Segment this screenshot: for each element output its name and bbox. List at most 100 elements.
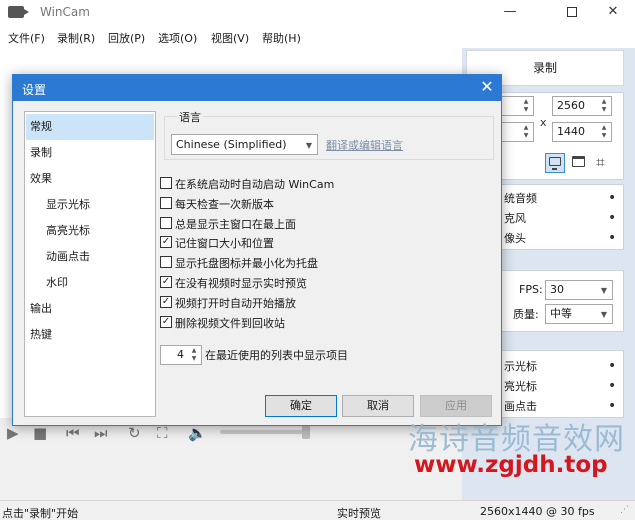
checkbox-checked[interactable]: ✓: [160, 236, 172, 248]
spinner-arrows-icon[interactable]: ▲ ▼: [520, 98, 532, 114]
toggle-dot-icon[interactable]: •: [608, 211, 616, 225]
animate-clicks-label[interactable]: 画点击: [504, 398, 537, 414]
fullscreen-mode-button[interactable]: [545, 153, 565, 173]
dialog-close-button[interactable]: ✕: [475, 77, 499, 99]
toggle-dot-icon[interactable]: •: [608, 379, 616, 393]
quality-select[interactable]: 中等 ▼: [545, 304, 613, 324]
checkbox[interactable]: [160, 217, 172, 229]
times-sign: x: [540, 116, 547, 129]
toggle-dot-icon[interactable]: •: [608, 231, 616, 245]
checkbox-checked[interactable]: ✓: [160, 276, 172, 288]
toggle-dot-icon[interactable]: •: [608, 399, 616, 413]
height-value: 1440: [557, 125, 585, 138]
play-icon[interactable]: ▶: [7, 424, 19, 442]
option-label: 在没有视频时显示实时预览: [175, 277, 307, 290]
nav-item-show-cursor[interactable]: 显示光标: [26, 192, 154, 218]
crop-icon: ⌗: [596, 153, 605, 171]
menu-view[interactable]: 视图(V): [211, 30, 249, 46]
language-group-label: 语言: [177, 109, 203, 125]
nav-item-animate-clicks[interactable]: 动画点击: [26, 244, 154, 270]
height-spinner[interactable]: 1440 ▲ ▼: [552, 122, 612, 142]
fullscreen-icon[interactable]: ⛶: [157, 424, 168, 442]
settings-dialog: 设置 ✕ 常规 录制 效果 显示光标 高亮光标 动画点击 水印 输出 热键 语言…: [12, 74, 502, 426]
checkbox[interactable]: [160, 256, 172, 268]
option-label: 每天检查一次新版本: [175, 198, 274, 211]
checkbox-checked[interactable]: ✓: [160, 316, 172, 328]
webcam-label[interactable]: 像头: [504, 230, 526, 246]
spinner-arrows-icon[interactable]: ▲ ▼: [520, 124, 532, 140]
main-titlebar: WinCam — ✕: [0, 0, 635, 26]
minimize-button[interactable]: —: [487, 0, 533, 26]
width-value: 2560: [557, 99, 585, 112]
width-spinner[interactable]: 2560 ▲ ▼: [552, 96, 612, 116]
translate-language-link[interactable]: 翻译或编辑语言: [326, 137, 403, 153]
dialog-title: 设置: [22, 83, 47, 97]
language-value: Chinese (Simplified): [176, 138, 287, 151]
option-label: 总是显示主窗口在最上面: [175, 218, 296, 231]
nav-item-output[interactable]: 输出: [26, 296, 154, 322]
toggle-dot-icon[interactable]: •: [608, 359, 616, 373]
option-label: 记住窗口大小和位置: [175, 237, 274, 250]
skip-back-icon[interactable]: ⏮: [66, 424, 80, 442]
quality-label: 质量:: [513, 308, 539, 321]
status-info: 2560x1440 @ 30 fps: [480, 505, 595, 518]
menu-help[interactable]: 帮助(H): [262, 30, 301, 46]
recent-count-spinner[interactable]: 4 ▲ ▼: [160, 345, 202, 365]
window-icon: [572, 156, 585, 167]
toggle-dot-icon[interactable]: •: [608, 191, 616, 205]
volume-slider[interactable]: [220, 430, 310, 434]
show-cursor-label[interactable]: 示光标: [504, 358, 537, 374]
fps-label: FPS:: [519, 283, 543, 296]
fps-value: 30: [550, 283, 564, 296]
chevron-down-icon: ▼: [600, 286, 607, 295]
recent-count-label: 在最近使用的列表中显示项目: [205, 349, 348, 362]
camera-icon: [8, 6, 29, 18]
resize-grip-icon[interactable]: ⋰: [620, 505, 629, 515]
quality-value: 中等: [550, 307, 572, 320]
monitor-icon: [549, 157, 561, 170]
option-label: 视频打开时自动开始播放: [175, 297, 296, 310]
stop-icon[interactable]: ■: [33, 424, 47, 442]
nav-item-effects[interactable]: 效果: [26, 166, 154, 192]
nav-item-highlight-cursor[interactable]: 高亮光标: [26, 218, 154, 244]
menu-record[interactable]: 录制(R): [57, 30, 95, 46]
menu-bar: 文件(F) 录制(R) 回放(P) 选项(O) 视图(V) 帮助(H): [0, 26, 635, 48]
checkbox[interactable]: [160, 177, 172, 189]
recent-count-value: 4: [177, 348, 184, 361]
status-mode: 实时预览: [337, 507, 381, 520]
option-label: 显示托盘图标并最小化为托盘: [175, 257, 318, 270]
microphone-label[interactable]: 克风: [504, 210, 526, 226]
app-title: WinCam: [40, 5, 90, 19]
close-button[interactable]: ✕: [590, 0, 635, 26]
option-label: 在系统启动时自动启动 WinCam: [175, 178, 335, 191]
region-mode-button[interactable]: ⌗: [593, 153, 613, 173]
skip-forward-icon[interactable]: ⏭: [94, 424, 108, 442]
nav-item-recording[interactable]: 录制: [26, 140, 154, 166]
menu-options[interactable]: 选项(O): [158, 30, 197, 46]
checkbox[interactable]: [160, 197, 172, 209]
option-label: 删除视频文件到回收站: [175, 317, 285, 330]
nav-item-general[interactable]: 常规: [26, 114, 154, 140]
volume-icon[interactable]: 🔈: [188, 424, 207, 442]
ok-button[interactable]: 确定: [265, 395, 337, 417]
volume-slider-thumb[interactable]: [302, 425, 310, 439]
spinner-arrows-icon[interactable]: ▲ ▼: [598, 124, 610, 140]
watermark-url: www.zgjdh.top: [414, 452, 608, 478]
spinner-arrows-icon[interactable]: ▲ ▼: [188, 347, 200, 363]
menu-playback[interactable]: 回放(P): [108, 30, 145, 46]
menu-file[interactable]: 文件(F): [8, 30, 45, 46]
nav-item-hotkeys[interactable]: 热键: [26, 322, 154, 348]
system-audio-label[interactable]: 统音频: [504, 190, 537, 206]
language-select[interactable]: Chinese (Simplified) ▼: [171, 134, 318, 155]
dialog-titlebar: 设置 ✕: [13, 75, 501, 101]
maximize-button[interactable]: [549, 0, 595, 26]
loop-icon[interactable]: ↻: [128, 424, 141, 442]
spinner-arrows-icon[interactable]: ▲ ▼: [598, 98, 610, 114]
window-mode-button[interactable]: [569, 153, 589, 173]
checkbox-checked[interactable]: ✓: [160, 296, 172, 308]
fps-select[interactable]: 30 ▼: [545, 280, 613, 300]
chevron-down-icon: ▼: [305, 141, 312, 150]
cancel-button[interactable]: 取消: [342, 395, 414, 417]
highlight-cursor-label[interactable]: 亮光标: [504, 378, 537, 394]
nav-item-watermark[interactable]: 水印: [26, 270, 154, 296]
